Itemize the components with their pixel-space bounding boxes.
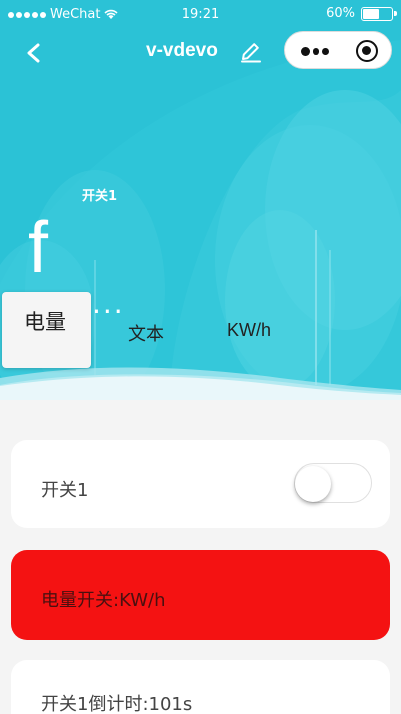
page-title: v-vdevo bbox=[146, 40, 218, 61]
tab-power-label: 电量 bbox=[24, 310, 66, 334]
tab-text[interactable]: 文本 bbox=[128, 320, 164, 346]
more-dots-icon[interactable] bbox=[301, 42, 330, 60]
switch-label: 开关1 bbox=[41, 480, 89, 501]
device-label: 开关1 bbox=[82, 189, 118, 204]
battery-info: 60% bbox=[326, 6, 397, 21]
power-switch-label: 电量开关:KW/h bbox=[41, 590, 166, 611]
device-glyph: f bbox=[28, 208, 49, 288]
hero-banner: WeChat 19:21 60% v-vdevo 开关1 f ... 电量 文本… bbox=[0, 0, 401, 400]
pencil-icon[interactable] bbox=[239, 39, 263, 63]
countdown-label: 开关1倒计时:101s bbox=[41, 694, 193, 714]
truncation-ellipsis: ... bbox=[92, 287, 125, 320]
toggle-knob bbox=[295, 466, 331, 502]
power-switch-card[interactable]: 电量开关:KW/h bbox=[11, 550, 390, 640]
tab-unit[interactable]: KW/h bbox=[227, 320, 271, 341]
battery-icon bbox=[361, 6, 397, 21]
back-chevron-icon[interactable] bbox=[18, 38, 48, 68]
tab-power[interactable]: 电量 bbox=[2, 292, 91, 368]
mini-program-capsule bbox=[284, 31, 392, 69]
target-icon[interactable] bbox=[356, 40, 378, 62]
switch-card: 开关1 bbox=[11, 440, 390, 528]
switch-toggle[interactable] bbox=[294, 463, 372, 503]
nav-bar: v-vdevo bbox=[0, 30, 401, 76]
status-bar: WeChat 19:21 60% bbox=[0, 0, 401, 30]
battery-percent: 60% bbox=[326, 6, 355, 21]
countdown-card[interactable]: 开关1倒计时:101s bbox=[11, 660, 390, 714]
